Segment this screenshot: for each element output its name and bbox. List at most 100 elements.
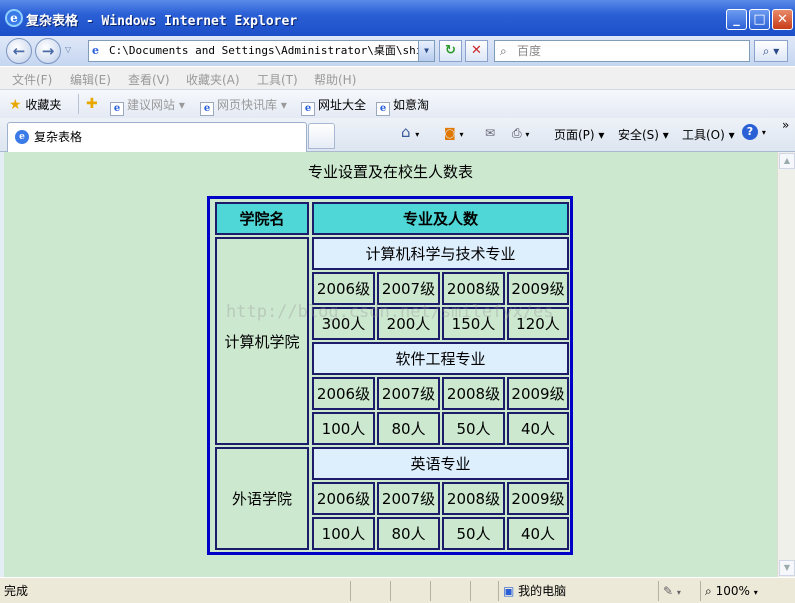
star-icon: ★ <box>9 97 22 113</box>
menu-help[interactable]: 帮助(H) <box>314 71 356 88</box>
ie-tab-icon: e <box>15 130 29 144</box>
stop-button[interactable]: ✕ <box>465 40 488 62</box>
major-en-name: 英语专业 <box>312 447 569 480</box>
status-pane <box>430 581 470 601</box>
refresh-button[interactable]: ↻ <box>439 40 462 62</box>
count-cell: 50人 <box>442 517 505 550</box>
grade-cell: 2007级 <box>377 377 440 410</box>
forward-button[interactable]: → <box>35 38 61 64</box>
mail-icon[interactable]: ✉ <box>485 126 495 140</box>
count-cell: 40人 <box>507 517 569 550</box>
zone-label: 我的电脑 <box>518 584 567 598</box>
major-cs-name: 计算机科学与技术专业 <box>312 237 569 270</box>
fav-link-label: 如意淘 <box>393 98 430 112</box>
zoom-level: 100% <box>715 584 750 598</box>
tab-bar: e 复杂表格 ⌂ ▾ ◙ ▾ ✉ ⎙ ▾ 页面(P) ▾ 安全(S) ▾ 工具(… <box>0 118 795 152</box>
help-dropdown-arrow: ▾ <box>761 128 766 137</box>
menu-favorites[interactable]: 收藏夹(A) <box>186 71 240 88</box>
page-icon: e <box>200 102 214 116</box>
safety-menu-button[interactable]: 安全(S) ▾ <box>618 126 669 143</box>
status-text: 完成 <box>4 584 29 598</box>
grade-cell: 2009级 <box>507 377 569 410</box>
college-fl: 外语学院 <box>215 447 309 550</box>
ie-logo-icon: e <box>5 9 23 27</box>
menu-tools[interactable]: 工具(T) <box>257 71 298 88</box>
tools-menu-button[interactable]: 工具(O) ▾ <box>682 126 735 143</box>
header-majors: 专业及人数 <box>312 202 569 235</box>
menu-bar: 文件(F) 编辑(E) 查看(V) 收藏夹(A) 工具(T) 帮助(H) <box>0 66 795 90</box>
favorites-label: 收藏夹 <box>25 98 62 112</box>
recent-pages-dropdown[interactable]: ▽ <box>65 45 71 54</box>
count-cell: 150人 <box>442 307 505 340</box>
add-favorite-icon: ✚ <box>86 96 98 112</box>
address-toolbar: ← → ▽ e C:\Documents and Settings\Admini… <box>0 36 795 66</box>
help-menu-button[interactable]: ? ▾ <box>742 124 766 140</box>
add-favorite-button[interactable]: ✚ <box>86 96 98 112</box>
fav-link-web-slice[interactable]: e 网页快讯库 ▾ <box>200 96 287 116</box>
menu-view[interactable]: 查看(V) <box>128 71 170 88</box>
table-caption: 专业设置及在校生人数表 <box>307 163 473 181</box>
grade-cell: 2008级 <box>442 482 505 515</box>
print-icon[interactable]: ⎙ ▾ <box>512 126 529 141</box>
count-cell: 50人 <box>442 412 505 445</box>
grade-cell: 2006级 <box>312 272 375 305</box>
fav-link-ruyitao[interactable]: e 如意淘 <box>376 96 429 116</box>
computer-icon: ▣ <box>503 584 515 598</box>
zoom-button[interactable]: ⌕ 100% ▾ <box>700 581 780 601</box>
new-tab-button[interactable] <box>308 123 335 149</box>
feeds-icon[interactable]: ◙ ▾ <box>444 126 463 140</box>
maximize-button[interactable]: □ <box>749 9 770 30</box>
address-dropdown-button[interactable]: ▼ <box>418 41 434 61</box>
more-commands-button[interactable]: » <box>782 118 789 132</box>
back-button[interactable]: ← <box>6 38 32 64</box>
status-pane <box>390 581 430 601</box>
page-icon: e <box>301 102 315 116</box>
grade-cell: 2008级 <box>442 272 505 305</box>
close-button[interactable]: ✕ <box>772 9 793 30</box>
fav-link-label: 网页快讯库 ▾ <box>217 98 287 112</box>
search-input[interactable]: ⌕ 百度 <box>494 40 750 62</box>
count-cell: 100人 <box>312 517 375 550</box>
page-menu-button[interactable]: 页面(P) ▾ <box>554 126 604 143</box>
fav-link-url-directory[interactable]: e 网址大全 <box>301 96 366 116</box>
grade-cell: 2006级 <box>312 482 375 515</box>
grade-cell: 2007级 <box>377 272 440 305</box>
status-pane <box>350 581 390 601</box>
window-title: 复杂表格 - Windows Internet Explorer <box>26 14 298 29</box>
fav-link-label: 网址大全 <box>318 98 367 112</box>
fav-link-label: 建议网站 ▾ <box>127 98 185 112</box>
status-bar: 完成 ▣ 我的电脑 ✎ ▾ ⌕ 100% ▾ <box>0 577 795 603</box>
home-icon[interactable]: ⌂ ▾ <box>401 123 419 141</box>
fav-link-suggested-sites[interactable]: e 建议网站 ▾ <box>110 96 185 116</box>
address-field[interactable]: e C:\Documents and Settings\Administrato… <box>88 40 435 62</box>
address-text: C:\Documents and Settings\Administrator\… <box>109 44 435 57</box>
menu-edit[interactable]: 编辑(E) <box>70 71 111 88</box>
major-se-name: 软件工程专业 <box>312 342 569 375</box>
search-placeholder: 百度 <box>517 44 542 58</box>
protected-mode-button[interactable]: ✎ ▾ <box>658 581 700 601</box>
grade-cell: 2009级 <box>507 482 569 515</box>
header-college: 学院名 <box>215 202 309 235</box>
vertical-scrollbar[interactable]: ▲ ▼ <box>777 152 795 577</box>
security-zone: ▣ 我的电脑 <box>498 581 658 601</box>
count-cell: 80人 <box>377 412 440 445</box>
minimize-button[interactable]: _ <box>726 9 747 30</box>
status-pane <box>470 581 498 601</box>
page-icon: e <box>110 102 124 116</box>
complex-table: 学院名 专业及人数 计算机学院 计算机科学与技术专业 2006级 2007级 2… <box>207 196 573 555</box>
favorites-button[interactable]: ★ 收藏夹 <box>9 96 61 113</box>
count-cell: 200人 <box>377 307 440 340</box>
grade-cell: 2006级 <box>312 377 375 410</box>
tab-active[interactable]: e 复杂表格 <box>7 122 307 152</box>
grade-cell: 2007级 <box>377 482 440 515</box>
favorites-bar: ★ 收藏夹 ✚ e 建议网站 ▾ e 网页快讯库 ▾ e 网址大全 e 如意淘 <box>0 90 795 118</box>
scroll-down-button[interactable]: ▼ <box>779 560 795 576</box>
scroll-up-button[interactable]: ▲ <box>779 153 795 169</box>
menu-file[interactable]: 文件(F) <box>12 71 52 88</box>
count-cell: 120人 <box>507 307 569 340</box>
divider <box>78 94 79 114</box>
title-bar: e 复杂表格 - Windows Internet Explorer _ □ ✕ <box>0 0 795 36</box>
help-icon: ? <box>742 124 758 140</box>
search-go-button[interactable]: ⌕ ▾ <box>754 40 788 62</box>
count-cell: 100人 <box>312 412 375 445</box>
